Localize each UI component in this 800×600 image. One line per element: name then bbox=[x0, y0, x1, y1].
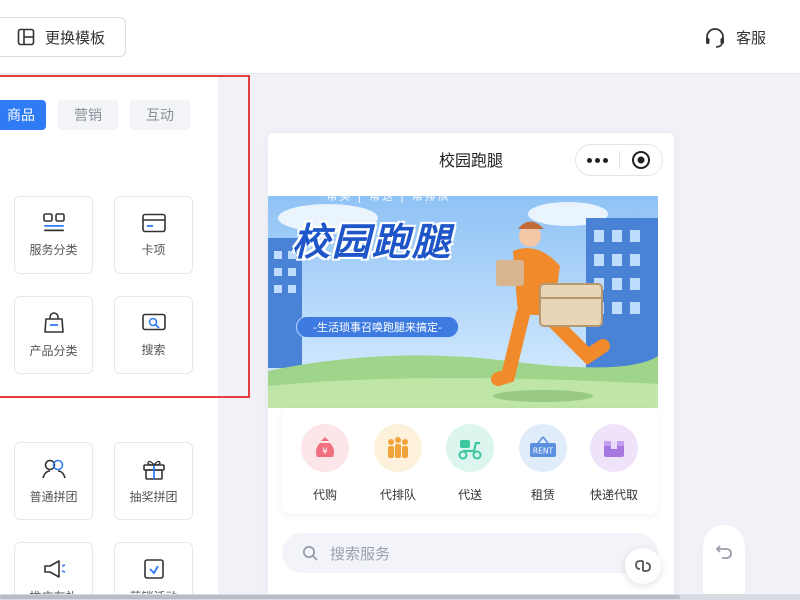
more-icon[interactable] bbox=[576, 157, 619, 163]
money-bag-icon: ¥ bbox=[301, 424, 349, 472]
scooter-icon bbox=[446, 424, 494, 472]
search-box-icon bbox=[141, 313, 166, 330]
component-marketing-event[interactable]: 营销活动 bbox=[114, 542, 193, 600]
service-label: 代排队 bbox=[379, 488, 416, 502]
component-product-category[interactable]: 产品分类 bbox=[14, 296, 93, 374]
banner-tagline: 帮买 | 帮送 | 帮排队 bbox=[326, 190, 451, 203]
component-search[interactable]: 搜索 bbox=[114, 296, 193, 374]
grid-icon bbox=[42, 212, 65, 231]
customer-service-label: 客服 bbox=[735, 28, 766, 47]
scrollbar-thumb[interactable] bbox=[0, 595, 680, 599]
service-label: 代送 bbox=[457, 488, 482, 502]
top-toolbar: 更换模板 客服 bbox=[0, 0, 800, 74]
close-target-icon[interactable] bbox=[619, 150, 662, 170]
undo-panel bbox=[703, 525, 745, 600]
tab-interaction[interactable]: 互动 bbox=[130, 100, 190, 130]
component-service-category[interactable]: 服务分类 bbox=[14, 196, 93, 274]
service-parcel-pickup[interactable]: 快递代取 bbox=[579, 424, 649, 503]
package-icon bbox=[590, 424, 638, 472]
change-template-label: 更换模板 bbox=[45, 28, 106, 47]
horizontal-scrollbar[interactable] bbox=[0, 594, 800, 600]
component-label: 卡项 bbox=[141, 242, 166, 257]
headset-icon bbox=[705, 28, 724, 48]
component-label: 搜索 bbox=[141, 342, 166, 357]
service-label: 代购 bbox=[312, 488, 337, 502]
component-label: 服务分类 bbox=[29, 242, 78, 257]
group-icon bbox=[41, 459, 66, 478]
service-rental[interactable]: RENT 租赁 bbox=[508, 424, 578, 503]
link-icon bbox=[635, 560, 651, 572]
service-label: 快递代取 bbox=[589, 488, 638, 502]
search-placeholder: 搜索服务 bbox=[330, 544, 391, 563]
tab-marketing[interactable]: 营销 bbox=[58, 100, 118, 130]
undo-icon[interactable] bbox=[714, 541, 734, 561]
service-queue[interactable]: 代排队 bbox=[363, 424, 433, 503]
service-entries: ¥ 代购 代排队 代送 RENT 租赁 快递代取 bbox=[282, 408, 658, 514]
tab-products-label: 商品 bbox=[7, 108, 35, 124]
rent-sign-icon: RENT bbox=[519, 424, 567, 472]
service-proxy-buy[interactable]: ¥ 代购 bbox=[290, 424, 360, 503]
svg-text:RENT: RENT bbox=[533, 447, 554, 456]
megaphone-icon bbox=[43, 559, 65, 578]
customer-service-button[interactable]: 客服 bbox=[704, 24, 766, 50]
queue-icon bbox=[374, 424, 422, 472]
search-icon bbox=[302, 545, 318, 561]
svg-text:¥: ¥ bbox=[322, 447, 328, 457]
bag-icon bbox=[43, 311, 64, 333]
component-card-item[interactable]: 卡项 bbox=[114, 196, 193, 274]
component-label: 普通拼团 bbox=[29, 489, 78, 504]
change-template-button[interactable]: 更换模板 bbox=[0, 17, 126, 57]
layout-icon bbox=[17, 28, 35, 46]
gift-icon bbox=[142, 460, 165, 480]
tab-products[interactable]: 商品 bbox=[0, 100, 46, 130]
card-icon bbox=[141, 213, 166, 232]
service-label: 租赁 bbox=[530, 488, 555, 502]
component-referral-reward[interactable]: 推广有礼 bbox=[14, 542, 93, 600]
banner-subline: -生活琐事召唤跑腿来搞定- bbox=[296, 316, 459, 338]
service-delivery[interactable]: 代送 bbox=[435, 424, 505, 503]
event-icon bbox=[143, 558, 164, 579]
component-label: 抽奖拼团 bbox=[129, 489, 178, 504]
mini-program-capsule[interactable] bbox=[575, 144, 663, 176]
phone-preview: 校园跑腿 帮买 | 帮送 | 帮排队 校园跑腿 -生活琐事召唤跑腿来搞定- ¥ … bbox=[268, 133, 674, 600]
component-label: 产品分类 bbox=[29, 343, 78, 358]
tab-marketing-label: 营销 bbox=[74, 108, 102, 124]
banner-headline: 校园跑腿 bbox=[292, 220, 453, 264]
tab-interaction-label: 互动 bbox=[146, 108, 174, 124]
link-floating-button[interactable] bbox=[625, 548, 661, 584]
component-lottery-group[interactable]: 抽奖拼团 bbox=[114, 442, 193, 520]
component-group-buy[interactable]: 普通拼团 bbox=[14, 442, 93, 520]
service-search-input[interactable]: 搜索服务 bbox=[282, 533, 658, 573]
